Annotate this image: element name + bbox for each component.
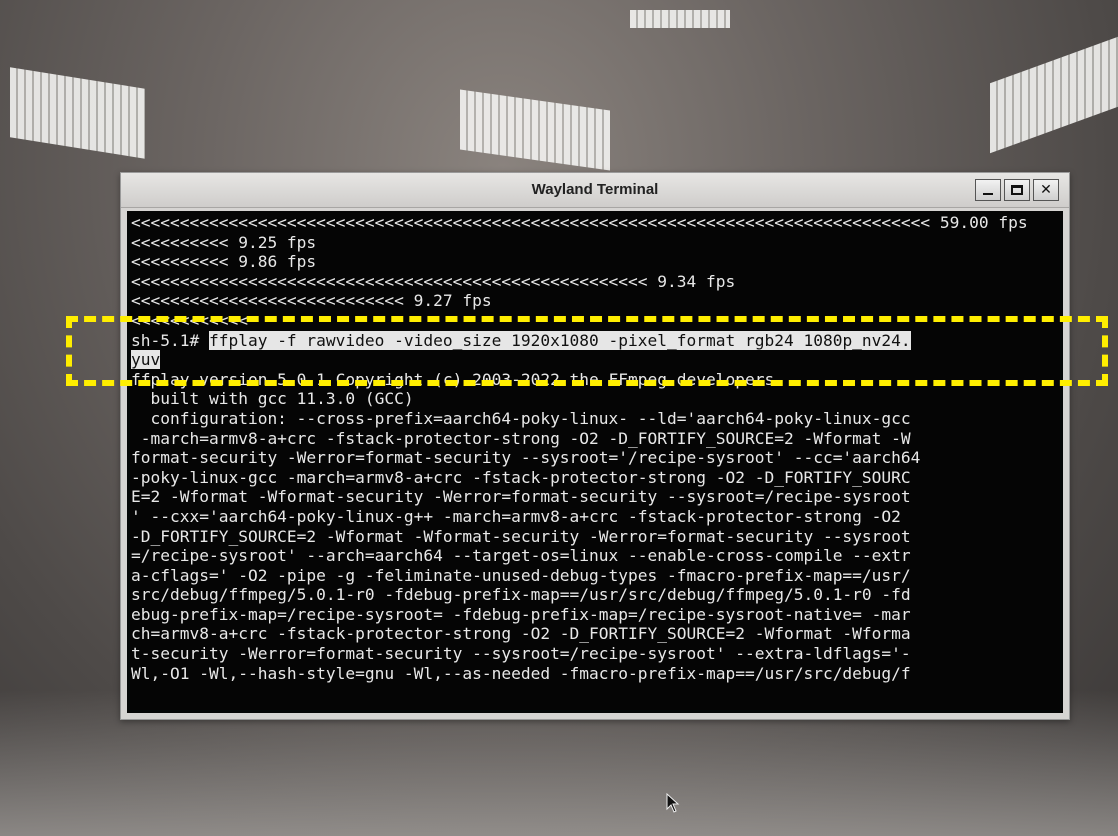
ceiling-light-reflection: [460, 89, 610, 171]
terminal-line: ebug-prefix-map=/recipe-sysroot= -fdebug…: [131, 604, 911, 624]
terminal-line: <<<<<<<<<<<<<<<<<<<<<<<<<<<<<<<<<<<<<<<<…: [131, 213, 1028, 232]
terminal-line: <<<<<<<<<<<<: [131, 310, 248, 330]
terminal-line: format-security -Werror=format-security …: [131, 448, 921, 468]
terminal-line: src/debug/ffmpeg/5.0.1-r0 -fdebug-prefix…: [131, 585, 911, 605]
terminal-line: -poky-linux-gcc -march=armv8-a+crc -fsta…: [131, 467, 911, 487]
terminal-output[interactable]: <<<<<<<<<<<<<<<<<<<<<<<<<<<<<<<<<<<<<<<<…: [127, 211, 1063, 713]
terminal-line: -D_FORTIFY_SOURCE=2 -Wformat -Wformat-se…: [131, 526, 911, 546]
terminal-line: <<<<<<<<<< 9.86 fps: [131, 252, 317, 272]
terminal-line: ' --cxx='aarch64-poky-linux-g++ -march=a…: [131, 506, 901, 526]
close-icon: ✕: [1040, 182, 1052, 198]
terminal-line: configuration: --cross-prefix=aarch64-po…: [131, 408, 911, 428]
terminal-line: Wl,-O1 -Wl,--hash-style=gnu -Wl,--as-nee…: [131, 663, 911, 683]
terminal-window: Wayland Terminal ✕ <<<<<<<<<<<<<<<<<<<<<…: [120, 172, 1070, 720]
minimize-button[interactable]: [975, 179, 1001, 201]
maximize-button[interactable]: [1004, 179, 1030, 201]
terminal-line: ch=armv8-a+crc -fstack-protector-strong …: [131, 624, 911, 644]
command-line-continuation: yuv: [131, 350, 1059, 370]
terminal-line: <<<<<<<<<<<<<<<<<<<<<<<<<<<<<<<<<<<<<<<<…: [131, 271, 736, 291]
ceiling-light-reflection: [10, 67, 145, 159]
title-bar[interactable]: Wayland Terminal ✕: [121, 173, 1069, 208]
terminal-line: <<<<<<<<<< 9.25 fps: [131, 232, 317, 252]
close-button[interactable]: ✕: [1033, 179, 1059, 201]
terminal-line: t-security -Werror=format-security --sys…: [131, 644, 911, 664]
selected-command-text[interactable]: ffplay -f rawvideo -video_size 1920x1080…: [208, 330, 911, 350]
terminal-line: a-cflags=' -O2 -pipe -g -feliminate-unus…: [131, 565, 911, 585]
mouse-pointer-icon: [666, 793, 680, 813]
shell-prompt: sh-5.1#: [131, 330, 209, 350]
window-controls: ✕: [975, 179, 1059, 201]
terminal-line: E=2 -Wformat -Wformat-security -Werror=f…: [131, 487, 911, 507]
minimize-icon: [983, 193, 993, 195]
terminal-line: ffplay version 5.0.1 Copyright (c) 2003-…: [131, 369, 775, 389]
selected-command-text[interactable]: yuv: [131, 350, 161, 370]
terminal-line: -march=armv8-a+crc -fstack-protector-str…: [131, 428, 911, 448]
terminal-line: built with gcc 11.3.0 (GCC): [131, 389, 414, 409]
ceiling-light-reflection: [630, 10, 730, 28]
terminal-line: =/recipe-sysroot' --arch=aarch64 --targe…: [131, 546, 911, 566]
maximize-icon: [1011, 185, 1023, 195]
terminal-line: <<<<<<<<<<<<<<<<<<<<<<<<<<<< 9.27 fps: [131, 291, 492, 311]
ceiling-light-reflection: [990, 36, 1118, 154]
window-title: Wayland Terminal: [531, 181, 659, 198]
command-line: sh-5.1# ffplay -f rawvideo -video_size 1…: [131, 330, 1059, 351]
